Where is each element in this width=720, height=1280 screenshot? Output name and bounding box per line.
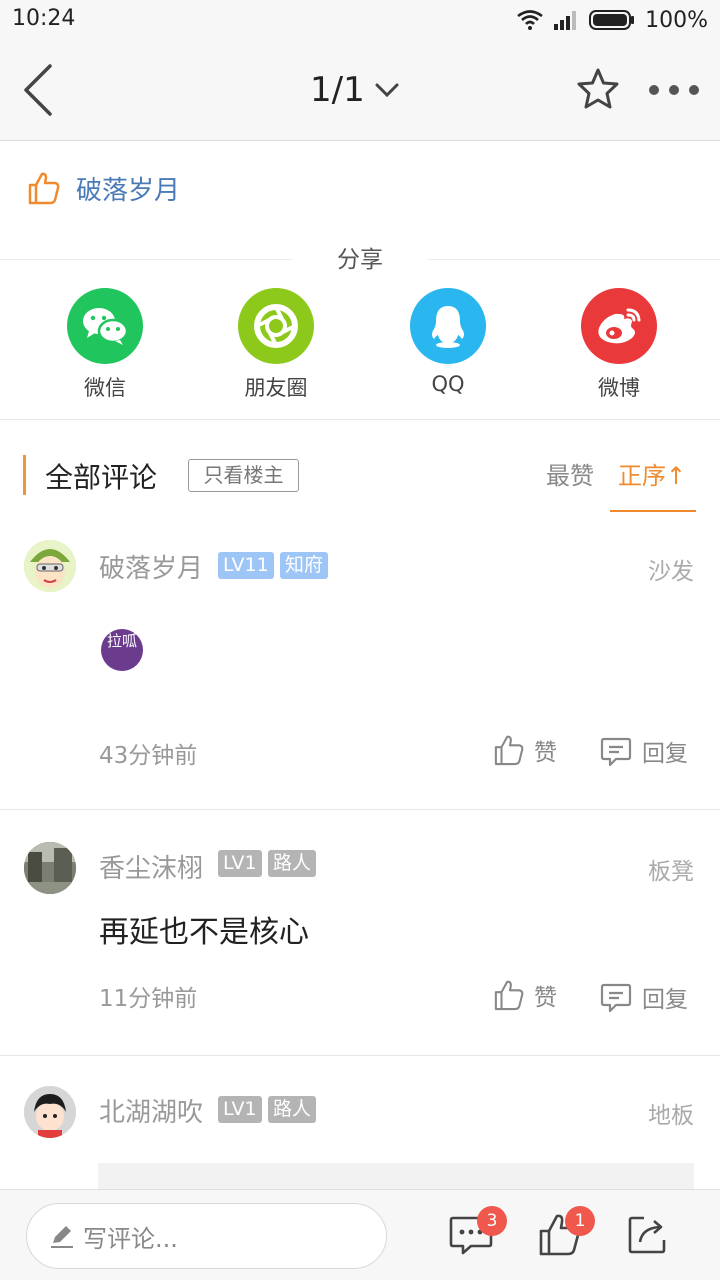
- bottom-bar: 写评论... 3 1: [0, 1189, 720, 1280]
- section-marker: [23, 455, 26, 495]
- comment-item: 破落岁月 LV11 知府 沙发 拉呱 43分钟前 赞 回复: [0, 512, 720, 809]
- reply-icon: [600, 737, 632, 767]
- share-label: 微博: [598, 376, 640, 400]
- signal-icon: [554, 11, 577, 30]
- reply-icon: [600, 983, 632, 1013]
- like-label: 赞: [534, 740, 557, 766]
- moments-icon: [238, 288, 314, 364]
- share-title: 分享: [337, 247, 383, 273]
- share-qq[interactable]: QQ: [388, 288, 508, 396]
- reply-label: 回复: [642, 987, 688, 1013]
- divider: [0, 419, 720, 420]
- title-badge: 路人: [268, 1096, 317, 1123]
- share-label: QQ: [431, 372, 465, 396]
- title-badge: 路人: [268, 850, 317, 877]
- comment-time: 43分钟前: [99, 743, 198, 769]
- thumbs-up-icon: [494, 735, 524, 766]
- comment-author[interactable]: 北湖湖吹: [99, 1092, 203, 1129]
- floor-label: 地板: [648, 1103, 694, 1129]
- battery-icon: [589, 10, 635, 30]
- wifi-icon: [517, 10, 543, 30]
- comment-author[interactable]: 破落岁月: [99, 548, 203, 585]
- star-icon[interactable]: [574, 66, 622, 114]
- floor-label: 板凳: [648, 859, 694, 885]
- status-icons: 100%: [517, 6, 708, 34]
- title-badge: 知府: [280, 552, 329, 579]
- thumbs-up-icon: [494, 980, 524, 1011]
- reply-button[interactable]: 回复: [600, 734, 688, 768]
- like-button[interactable]: 赞: [494, 978, 557, 1012]
- qq-icon: [410, 288, 486, 364]
- write-comment-placeholder: 写评论...: [83, 1224, 178, 1253]
- share-weibo[interactable]: 微博: [559, 288, 679, 402]
- thumbs-up-icon: [28, 172, 60, 205]
- page-selector[interactable]: 1/1: [310, 68, 399, 112]
- nav-bar: 1/1: [0, 40, 720, 141]
- wechat-icon: [67, 288, 143, 364]
- comment-count-badge: 3: [477, 1206, 507, 1236]
- share-header: 分享: [0, 236, 720, 276]
- comment-time: 11分钟前: [99, 986, 198, 1012]
- sticker-text: 拉呱: [106, 632, 137, 650]
- comment-author[interactable]: 香尘沫栩: [99, 848, 203, 885]
- chevron-down-icon: [375, 83, 399, 98]
- liker-name[interactable]: 破落岁月: [76, 170, 180, 207]
- comment-text: 再延也不是核心: [99, 915, 309, 950]
- floor-label: 沙发: [648, 559, 694, 585]
- share-icon[interactable]: [626, 1212, 670, 1256]
- sort-order-tab[interactable]: 正序↑: [618, 456, 686, 491]
- status-time: 10:24: [12, 6, 76, 31]
- status-bar: 10:24 100%: [0, 0, 720, 40]
- comments-header: 全部评论 只看楼主 最赞 正序↑: [0, 440, 720, 512]
- share-moments[interactable]: 朋友圈: [216, 288, 336, 402]
- share-label: 微信: [84, 376, 126, 400]
- like-label: 赞: [534, 985, 557, 1011]
- avatar[interactable]: [24, 842, 76, 894]
- only-author-button[interactable]: 只看楼主: [188, 459, 299, 492]
- share-wechat[interactable]: 微信: [45, 288, 165, 402]
- write-comment-input[interactable]: 写评论...: [26, 1203, 387, 1269]
- level-badge: LV1: [218, 850, 262, 877]
- back-icon[interactable]: [14, 62, 64, 118]
- comment-item: 香尘沫栩 LV1 路人 板凳 再延也不是核心 11分钟前 赞 回复: [0, 810, 720, 1055]
- pencil-icon: [51, 1226, 73, 1248]
- liker-row[interactable]: 破落岁月: [28, 168, 180, 208]
- sort-hot-tab[interactable]: 最赞: [546, 456, 594, 491]
- level-badge: LV1: [218, 1096, 262, 1123]
- like-button[interactable]: 赞: [494, 733, 557, 767]
- more-icon[interactable]: [646, 80, 702, 100]
- comments-title: 全部评论: [45, 461, 158, 494]
- content-placeholder: [98, 1163, 694, 1190]
- battery-percent: 100%: [645, 7, 708, 33]
- reply-button[interactable]: 回复: [600, 980, 688, 1014]
- avatar[interactable]: [24, 1086, 76, 1138]
- page-indicator: 1/1: [310, 70, 365, 110]
- like-count-badge: 1: [565, 1206, 595, 1236]
- sticker: 拉呱: [101, 629, 143, 671]
- reply-label: 回复: [642, 741, 688, 767]
- avatar[interactable]: [24, 540, 76, 592]
- weibo-icon: [581, 288, 657, 364]
- level-badge: LV11: [218, 552, 274, 579]
- share-label: 朋友圈: [244, 376, 308, 400]
